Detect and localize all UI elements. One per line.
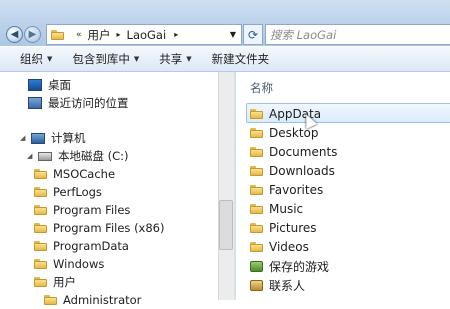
new-folder-label: 新建文件夹 <box>211 52 270 66</box>
file-item-label: 联系人 <box>269 278 306 293</box>
nav-item-label: Program Files <box>53 203 131 217</box>
include-library-button[interactable]: 包含到库中 ▼ <box>72 51 139 67</box>
computer-icon <box>31 132 45 144</box>
nav-item-label: 用户 <box>53 275 76 289</box>
back-arrow-icon: ◀ <box>10 29 19 40</box>
file-item-downloads[interactable]: Downloads <box>250 162 335 180</box>
refresh-button[interactable]: ⟳ <box>243 24 263 45</box>
refresh-icon: ⟳ <box>247 27 259 42</box>
file-item-videos[interactable]: Videos <box>250 238 309 256</box>
folder-icon <box>34 205 47 215</box>
nav-item-label: Program Files (x86) <box>53 221 165 235</box>
nav-folder[interactable]: Program Files <box>34 201 130 219</box>
nav-item-recent-places[interactable]: 最近访问的位置 <box>28 94 129 112</box>
file-item-label: Favorites <box>269 183 324 197</box>
nav-item-label: Windows <box>53 257 105 271</box>
folder-icon <box>250 242 263 252</box>
file-item-music[interactable]: Music <box>250 200 303 218</box>
file-item-label: Videos <box>269 240 309 254</box>
nav-item-computer[interactable]: ◢ 计算机 <box>20 129 86 147</box>
folder-icon <box>250 166 263 176</box>
folder-icon <box>250 128 263 138</box>
search-input[interactable]: 搜索 LaoGai <box>265 24 450 45</box>
file-item-label: Pictures <box>269 221 317 235</box>
share-label: 共享 <box>159 52 183 66</box>
nav-item-label: Administrator <box>63 293 142 307</box>
nav-item-label: 本地磁盘 (C:) <box>58 149 129 163</box>
nav-folder[interactable]: ProgramData <box>34 237 129 255</box>
new-folder-button[interactable]: 新建文件夹 <box>212 51 270 67</box>
saved-games-icon <box>250 260 263 272</box>
folder-icon <box>34 169 47 179</box>
nav-folder[interactable]: Administrator <box>44 291 141 309</box>
recent-places-icon <box>28 97 42 109</box>
nav-folder[interactable]: 用户 <box>34 273 76 291</box>
folder-icon <box>51 29 64 40</box>
include-library-label: 包含到库中 <box>72 52 130 66</box>
nav-scrollbar[interactable] <box>218 72 234 300</box>
nav-item-label: 最近访问的位置 <box>48 96 129 110</box>
contacts-icon <box>250 279 263 291</box>
address-dropdown-icon[interactable]: ▼ <box>230 30 236 39</box>
nav-item-local-disk[interactable]: ◢ 本地磁盘 (C:) <box>27 147 129 165</box>
folder-icon <box>34 241 47 251</box>
breadcrumb-chevron-icon[interactable]: ▸ <box>174 30 178 39</box>
forward-button[interactable]: ▶ <box>24 26 41 43</box>
dropdown-icon: ▼ <box>47 55 53 63</box>
pane-divider[interactable] <box>234 72 236 300</box>
nav-folder[interactable]: PerfLogs <box>34 183 102 201</box>
forward-arrow-icon: ▶ <box>28 29 37 40</box>
folder-icon <box>250 223 263 233</box>
folder-icon <box>250 204 263 214</box>
file-item-label: Documents <box>269 145 338 159</box>
nav-item-label: PerfLogs <box>53 185 102 199</box>
nav-item-label: MSOCache <box>53 167 116 181</box>
expand-arrow-icon[interactable]: ◢ <box>27 152 35 160</box>
file-item-documents[interactable]: Documents <box>250 143 337 161</box>
file-item-contacts[interactable]: 联系人 <box>250 276 305 294</box>
file-item-saved-games[interactable]: 保存的游戏 <box>250 257 329 275</box>
folder-icon <box>250 185 263 195</box>
column-header-name[interactable]: 名称 <box>250 80 273 96</box>
back-button[interactable]: ◀ <box>6 26 23 43</box>
folder-icon <box>250 109 263 119</box>
dropdown-icon: ▼ <box>133 55 140 63</box>
folder-icon <box>34 187 47 197</box>
dropdown-icon: ▼ <box>186 55 192 63</box>
folder-icon <box>44 295 57 305</box>
file-item-pictures[interactable]: Pictures <box>250 219 317 237</box>
nav-item-label: 桌面 <box>48 78 71 92</box>
folder-icon <box>34 277 47 287</box>
organize-label: 组织 <box>20 52 43 66</box>
breadcrumb-separator-icon: « <box>76 29 82 40</box>
organize-button[interactable]: 组织 ▼ <box>20 51 52 67</box>
nav-item-label: 计算机 <box>51 131 86 145</box>
nav-folder[interactable]: MSOCache <box>34 165 115 183</box>
breadcrumb-users[interactable]: 用户 <box>88 27 111 43</box>
address-box[interactable]: « 用户 ▸ LaoGai ▸ ▼ <box>46 24 242 45</box>
file-item-favorites[interactable]: Favorites <box>250 181 323 199</box>
expand-arrow-icon[interactable]: ◢ <box>20 134 28 142</box>
nav-scrollbar-thumb[interactable] <box>219 200 233 250</box>
desktop-icon <box>28 79 42 91</box>
folder-icon <box>34 223 47 233</box>
nav-folder[interactable]: Program Files (x86) <box>34 219 164 237</box>
folder-icon <box>250 147 263 157</box>
folder-icon <box>34 259 47 269</box>
breadcrumb-chevron-icon[interactable]: ▸ <box>117 30 121 39</box>
command-toolbar: 组织 ▼ 包含到库中 ▼ 共享 ▼ 新建文件夹 <box>0 47 450 72</box>
share-button[interactable]: 共享 ▼ <box>159 51 191 67</box>
nav-item-label: ProgramData <box>53 239 129 253</box>
file-item-label: Desktop <box>269 126 319 140</box>
nav-folder[interactable]: Windows <box>34 255 104 273</box>
file-item-label: 保存的游戏 <box>269 259 330 274</box>
file-item-label: Music <box>269 202 304 216</box>
nav-item-desktop[interactable]: 桌面 <box>28 76 71 94</box>
file-item-label: Downloads <box>269 164 335 178</box>
breadcrumb-laogai[interactable]: LaoGai <box>127 28 167 42</box>
hard-drive-icon <box>38 151 52 161</box>
